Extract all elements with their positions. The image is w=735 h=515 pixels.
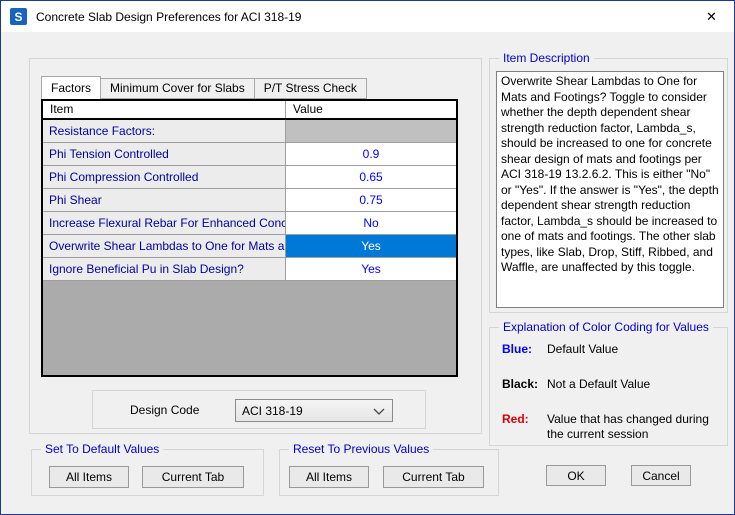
preferences-table: Item Value Resistance Factors: Phi Tensi… bbox=[41, 99, 458, 377]
reset-previous-values-title: Reset To Previous Values bbox=[289, 442, 433, 457]
row-item-label: Resistance Factors: bbox=[43, 120, 286, 142]
tab-minimum-cover-for-slabs[interactable]: Minimum Cover for Slabs bbox=[100, 78, 255, 99]
set-default-current-tab-button[interactable]: Current Tab bbox=[142, 466, 244, 488]
design-code-dropdown[interactable]: ACI 318-19 bbox=[235, 399, 393, 422]
color-coding-entry-red: Red: Value that has changed during the c… bbox=[502, 412, 720, 442]
red-description: Value that has changed during the curren… bbox=[547, 412, 717, 442]
table-header: Item Value bbox=[43, 101, 456, 120]
tab-pt-stress-check[interactable]: P/T Stress Check bbox=[254, 78, 367, 99]
table-row[interactable]: Increase Flexural Rebar For Enhanced Con… bbox=[43, 212, 456, 235]
app-icon: S bbox=[10, 8, 27, 25]
row-value-cell[interactable]: No bbox=[286, 212, 456, 234]
set-default-values-title: Set To Default Values bbox=[41, 442, 163, 457]
row-value-cell[interactable]: Yes bbox=[286, 258, 456, 280]
row-item-label: Overwrite Shear Lambdas to One for Mats … bbox=[43, 235, 286, 257]
table-row[interactable]: Resistance Factors: bbox=[43, 120, 456, 143]
window-title: Concrete Slab Design Preferences for ACI… bbox=[36, 10, 301, 24]
row-value-cell[interactable]: 0.9 bbox=[286, 143, 456, 165]
dialog-window: S Concrete Slab Design Preferences for A… bbox=[0, 0, 735, 515]
row-item-label: Increase Flexural Rebar For Enhanced Con… bbox=[43, 212, 286, 234]
row-value-cell[interactable]: 0.75 bbox=[286, 189, 456, 211]
tab-factors[interactable]: Factors bbox=[41, 76, 101, 99]
row-item-label: Ignore Beneficial Pu in Slab Design? bbox=[43, 258, 286, 280]
table-row-selected[interactable]: Overwrite Shear Lambdas to One for Mats … bbox=[43, 235, 456, 258]
ok-button[interactable]: OK bbox=[546, 465, 606, 486]
color-coding-group: Explanation of Color Coding for Values B… bbox=[489, 327, 728, 446]
design-code-panel: Design Code ACI 318-19 bbox=[92, 390, 426, 429]
column-header-item: Item bbox=[43, 101, 286, 118]
color-coding-entry-blue: Blue: Default Value bbox=[502, 342, 720, 357]
cancel-button[interactable]: Cancel bbox=[631, 465, 691, 486]
item-description-title: Item Description bbox=[499, 51, 594, 66]
titlebar: S Concrete Slab Design Preferences for A… bbox=[1, 1, 734, 32]
black-description: Not a Default Value bbox=[547, 377, 650, 392]
red-key: Red: bbox=[502, 412, 547, 442]
black-key: Black: bbox=[502, 377, 547, 392]
row-item-label: Phi Tension Controlled bbox=[43, 143, 286, 165]
row-value-cell[interactable]: 0.65 bbox=[286, 166, 456, 188]
app-icon-letter: S bbox=[14, 10, 22, 24]
table-row[interactable]: Ignore Beneficial Pu in Slab Design? Yes bbox=[43, 258, 456, 281]
design-code-label: Design Code bbox=[130, 403, 199, 417]
tab-strip: Factors Minimum Cover for Slabs P/T Stre… bbox=[41, 76, 367, 99]
chevron-down-icon bbox=[373, 404, 385, 418]
row-value-cell[interactable] bbox=[286, 120, 456, 142]
set-default-all-items-button[interactable]: All Items bbox=[49, 466, 129, 488]
main-panel: Factors Minimum Cover for Slabs P/T Stre… bbox=[29, 58, 482, 434]
column-header-value: Value bbox=[286, 101, 456, 118]
color-coding-title: Explanation of Color Coding for Values bbox=[499, 320, 713, 335]
row-item-label: Phi Shear bbox=[43, 189, 286, 211]
table-row[interactable]: Phi Compression Controlled 0.65 bbox=[43, 166, 456, 189]
row-item-label: Phi Compression Controlled bbox=[43, 166, 286, 188]
reset-current-tab-button[interactable]: Current Tab bbox=[383, 466, 484, 488]
color-coding-entry-black: Black: Not a Default Value bbox=[502, 377, 720, 392]
close-icon[interactable]: ✕ bbox=[689, 1, 734, 32]
reset-previous-values-group: Reset To Previous Values All Items Curre… bbox=[279, 449, 499, 496]
design-code-value: ACI 318-19 bbox=[242, 404, 303, 418]
set-default-values-group: Set To Default Values All Items Current … bbox=[31, 449, 264, 496]
table-row[interactable]: Phi Tension Controlled 0.9 bbox=[43, 143, 456, 166]
table-row[interactable]: Phi Shear 0.75 bbox=[43, 189, 456, 212]
blue-key: Blue: bbox=[502, 342, 547, 357]
item-description-group: Item Description Overwrite Shear Lambdas… bbox=[489, 58, 728, 313]
blue-description: Default Value bbox=[547, 342, 618, 357]
row-value-cell-selected[interactable]: Yes bbox=[286, 235, 456, 257]
item-description-text: Overwrite Shear Lambdas to One for Mats … bbox=[496, 71, 724, 308]
reset-all-items-button[interactable]: All Items bbox=[289, 466, 369, 488]
